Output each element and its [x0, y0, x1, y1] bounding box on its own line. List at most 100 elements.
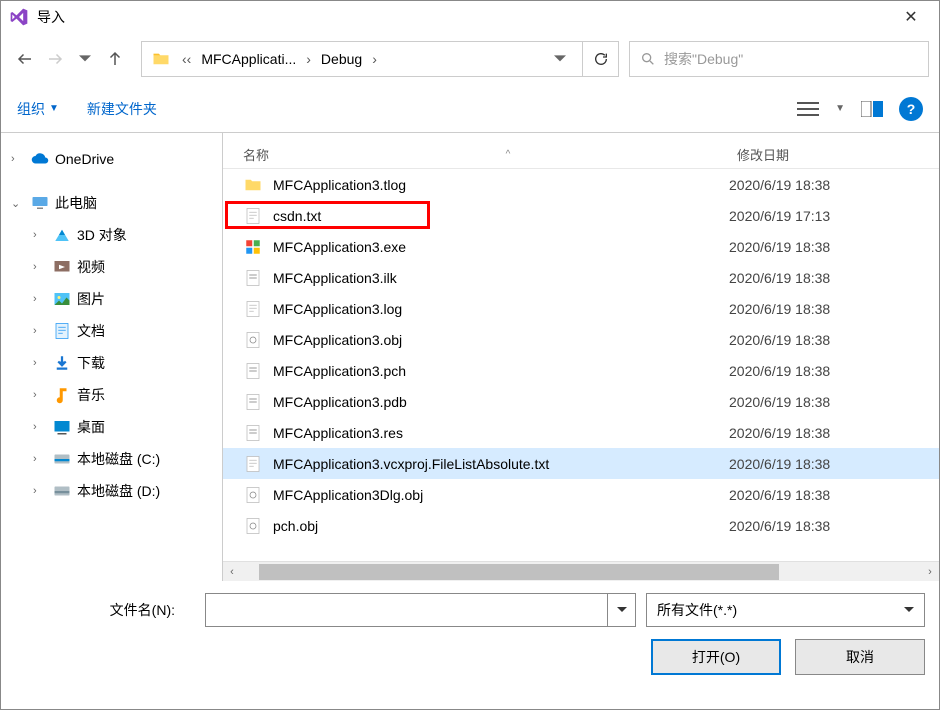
- filename-dropdown[interactable]: [608, 593, 636, 627]
- scroll-left-icon[interactable]: ‹: [223, 566, 241, 578]
- column-name[interactable]: 名称^: [235, 145, 737, 164]
- column-date[interactable]: 修改日期: [737, 145, 927, 164]
- file-name: pch.obj: [273, 518, 729, 534]
- sidebar-item[interactable]: ›桌面: [1, 411, 222, 443]
- sidebar: › OneDrive ⌄ 此电脑 ›3D 对象›视频›图片›文档›下载›音乐›桌…: [1, 133, 223, 581]
- up-button[interactable]: [101, 45, 129, 73]
- footer: 文件名(N): 所有文件(*.*) 打开(O) 取消: [1, 581, 939, 689]
- file-name: MFCApplication3.obj: [273, 332, 729, 348]
- crumb-dropdown[interactable]: [554, 53, 582, 65]
- toolbar: 组织 ▼ 新建文件夹 ▼ ?: [1, 85, 939, 133]
- chevron-left-icon[interactable]: ‹‹: [178, 51, 195, 67]
- search-icon: [640, 51, 656, 67]
- breadcrumb-bar[interactable]: ‹‹ MFCApplicati... › Debug ›: [141, 41, 619, 77]
- file-date: 2020/6/19 18:38: [729, 425, 919, 441]
- file-row[interactable]: MFCApplication3.vcxproj.FileListAbsolute…: [223, 448, 939, 479]
- view-details-icon[interactable]: [795, 98, 821, 120]
- file-icon: [243, 423, 263, 443]
- sidebar-item[interactable]: ›下载: [1, 347, 222, 379]
- view-dropdown[interactable]: ▼: [835, 103, 845, 114]
- sidebar-item-icon: [53, 290, 71, 308]
- preview-pane-icon[interactable]: [859, 98, 885, 120]
- new-folder-button[interactable]: 新建文件夹: [87, 99, 157, 119]
- sidebar-item-icon: [53, 386, 71, 404]
- file-date: 2020/6/19 18:38: [729, 270, 919, 286]
- filter-select[interactable]: 所有文件(*.*): [646, 593, 925, 627]
- file-date: 2020/6/19 18:38: [729, 301, 919, 317]
- organize-menu[interactable]: 组织 ▼: [17, 99, 59, 119]
- file-name: MFCApplication3.vcxproj.FileListAbsolute…: [273, 456, 729, 472]
- file-row[interactable]: MFCApplication3Dlg.obj2020/6/19 18:38: [223, 479, 939, 510]
- sidebar-item-icon: [53, 258, 71, 276]
- file-row[interactable]: MFCApplication3.pdb2020/6/19 18:38: [223, 386, 939, 417]
- history-dropdown[interactable]: [71, 45, 99, 73]
- file-date: 2020/6/19 18:38: [729, 177, 919, 193]
- file-name: MFCApplication3.log: [273, 301, 729, 317]
- file-date: 2020/6/19 18:38: [729, 456, 919, 472]
- horizontal-scrollbar[interactable]: ‹ ›: [223, 561, 939, 581]
- file-icon: [243, 175, 263, 195]
- sidebar-onedrive[interactable]: › OneDrive: [1, 143, 222, 175]
- close-button[interactable]: ✕: [891, 7, 931, 27]
- file-row[interactable]: csdn.txt2020/6/19 17:13: [223, 200, 939, 231]
- sidebar-item[interactable]: ›文档: [1, 315, 222, 347]
- file-icon: [243, 361, 263, 381]
- file-row[interactable]: MFCApplication3.exe2020/6/19 18:38: [223, 231, 939, 262]
- breadcrumb-part[interactable]: MFCApplicati...: [195, 51, 302, 67]
- file-date: 2020/6/19 18:38: [729, 363, 919, 379]
- file-icon: [243, 330, 263, 350]
- sidebar-item-icon: [53, 354, 71, 372]
- chevron-right-icon: ›: [302, 51, 315, 67]
- refresh-button[interactable]: [582, 42, 618, 76]
- file-date: 2020/6/19 17:13: [729, 208, 919, 224]
- back-button[interactable]: [11, 45, 39, 73]
- sidebar-item[interactable]: ›音乐: [1, 379, 222, 411]
- forward-button[interactable]: [41, 45, 69, 73]
- filename-input[interactable]: [205, 593, 608, 627]
- visualstudio-icon: [9, 7, 29, 27]
- cloud-icon: [31, 150, 49, 168]
- open-button[interactable]: 打开(O): [651, 639, 781, 675]
- sidebar-item[interactable]: ›本地磁盘 (D:): [1, 475, 222, 507]
- file-icon: [243, 454, 263, 474]
- file-icon: [243, 206, 263, 226]
- search-box[interactable]: 搜索"Debug": [629, 41, 929, 77]
- folder-icon: [152, 50, 170, 68]
- file-name: MFCApplication3.pch: [273, 363, 729, 379]
- file-icon: [243, 516, 263, 536]
- file-name: csdn.txt: [273, 208, 729, 224]
- file-icon: [243, 299, 263, 319]
- main-area: › OneDrive ⌄ 此电脑 ›3D 对象›视频›图片›文档›下载›音乐›桌…: [1, 133, 939, 581]
- file-icon: [243, 485, 263, 505]
- search-placeholder: 搜索"Debug": [664, 49, 743, 69]
- file-row[interactable]: MFCApplication3.log2020/6/19 18:38: [223, 293, 939, 324]
- computer-icon: [31, 194, 49, 212]
- file-date: 2020/6/19 18:38: [729, 394, 919, 410]
- titlebar: 导入 ✕: [1, 1, 939, 33]
- file-date: 2020/6/19 18:38: [729, 332, 919, 348]
- sidebar-item[interactable]: ›3D 对象: [1, 219, 222, 251]
- file-row[interactable]: MFCApplication3.obj2020/6/19 18:38: [223, 324, 939, 355]
- sidebar-item[interactable]: ›视频: [1, 251, 222, 283]
- file-date: 2020/6/19 18:38: [729, 487, 919, 503]
- sidebar-item[interactable]: ›本地磁盘 (C:): [1, 443, 222, 475]
- sidebar-item-icon: [53, 450, 71, 468]
- file-row[interactable]: MFCApplication3.tlog2020/6/19 18:38: [223, 169, 939, 200]
- file-date: 2020/6/19 18:38: [729, 518, 919, 534]
- file-row[interactable]: MFCApplication3.ilk2020/6/19 18:38: [223, 262, 939, 293]
- help-icon[interactable]: ?: [899, 97, 923, 121]
- file-name: MFCApplication3.pdb: [273, 394, 729, 410]
- cancel-button[interactable]: 取消: [795, 639, 925, 675]
- sidebar-thispc[interactable]: ⌄ 此电脑: [1, 187, 222, 219]
- scroll-right-icon[interactable]: ›: [921, 566, 939, 578]
- file-row[interactable]: MFCApplication3.res2020/6/19 18:38: [223, 417, 939, 448]
- scrollbar-thumb[interactable]: [259, 564, 779, 580]
- file-date: 2020/6/19 18:38: [729, 239, 919, 255]
- file-icon: [243, 268, 263, 288]
- file-row[interactable]: pch.obj2020/6/19 18:38: [223, 510, 939, 541]
- file-row[interactable]: MFCApplication3.pch2020/6/19 18:38: [223, 355, 939, 386]
- chevron-right-icon: ›: [368, 51, 381, 67]
- nav-row: ‹‹ MFCApplicati... › Debug › 搜索"Debug": [1, 33, 939, 85]
- breadcrumb-part[interactable]: Debug: [315, 51, 368, 67]
- sidebar-item[interactable]: ›图片: [1, 283, 222, 315]
